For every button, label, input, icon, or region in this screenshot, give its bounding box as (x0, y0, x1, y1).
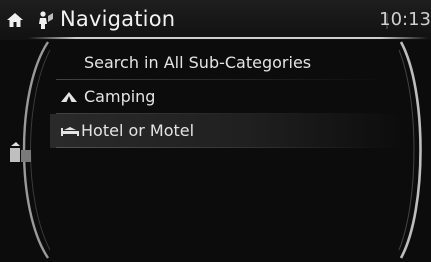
bed-icon (61, 127, 79, 136)
tent-icon (61, 92, 77, 102)
header-divider (28, 37, 428, 39)
home-icon[interactable] (6, 12, 24, 28)
category-list: Search in All Sub-Categories Camping Hot… (50, 46, 405, 148)
page-title: Navigation (60, 7, 176, 31)
list-item-label: Camping (84, 87, 156, 106)
list-item-label: Search in All Sub-Categories (84, 53, 312, 72)
header-bar: Navigation 10:13 (0, 0, 431, 40)
navigation-screen: Navigation 10:13 Search in All Sub-Categ… (0, 0, 431, 262)
navigation-person-icon (39, 11, 53, 29)
list-item-hotel-motel[interactable]: Hotel or Motel (50, 114, 405, 148)
list-item-label: Hotel or Motel (81, 121, 195, 140)
row-divider (56, 147, 386, 148)
list-item-search-all[interactable]: Search in All Sub-Categories (50, 46, 405, 80)
clock: 10:13 (379, 9, 431, 30)
list-item-camping[interactable]: Camping (50, 80, 405, 114)
map-view-icon[interactable] (8, 140, 34, 166)
